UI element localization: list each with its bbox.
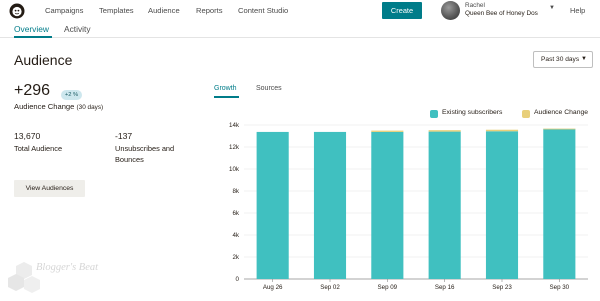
legend-label-existing: Existing subscribers xyxy=(442,109,503,116)
x-tick-label: Aug 26 xyxy=(263,284,283,291)
nav-audience[interactable]: Audience xyxy=(148,6,180,15)
bar-existing-subscribers xyxy=(543,128,576,279)
bar-audience-change xyxy=(371,130,404,132)
y-tick-label: 8k xyxy=(232,188,239,195)
x-tick-label: Sep 16 xyxy=(435,284,455,291)
audience-change-label: Audience Change (30 days) xyxy=(14,102,103,111)
help-link[interactable]: Help xyxy=(570,6,585,15)
create-button[interactable]: Create xyxy=(382,2,422,19)
chevron-down-icon: ▼ xyxy=(581,56,587,62)
bar-existing-subscribers xyxy=(371,131,404,279)
y-tick-label: 4k xyxy=(232,232,239,239)
active-tab-indicator xyxy=(14,36,52,38)
y-tick-label: 2k xyxy=(232,254,239,261)
legend-swatch-existing xyxy=(430,110,438,118)
bar-existing-subscribers xyxy=(428,131,461,279)
change-percent-badge: +2 % xyxy=(61,90,82,100)
growth-chart: 0 2k 4k 6k 8k 10k 12k 14k Aug 26 Sep 02 Sep 09 Sep … xyxy=(229,122,588,291)
bar-audience-change xyxy=(428,130,461,132)
avatar[interactable] xyxy=(441,1,460,20)
y-tick-label: 14k xyxy=(229,122,240,129)
y-tick-label: 12k xyxy=(229,144,240,151)
x-tick-label: Sep 23 xyxy=(492,284,512,291)
audience-change-text: Audience Change xyxy=(14,102,75,111)
view-audiences-button[interactable]: View Audiences xyxy=(14,180,85,197)
tab-growth[interactable]: Growth xyxy=(214,85,237,92)
page-title: Audience xyxy=(14,52,73,68)
y-tick-label: 10k xyxy=(229,166,240,173)
y-tick-label: 6k xyxy=(232,210,239,217)
y-tick-label: 0 xyxy=(236,276,240,283)
nav-content-studio[interactable]: Content Studio xyxy=(238,6,288,15)
chevron-down-icon[interactable]: ▼ xyxy=(549,5,555,11)
mailchimp-logo-icon[interactable] xyxy=(9,3,25,19)
unsubscribes-label: Unsubscribes and Bounces xyxy=(115,143,174,165)
subtabs: Overview Activity xyxy=(0,22,600,38)
watermark-text: Blogger's Beat xyxy=(36,262,99,273)
total-audience-value: 13,670 xyxy=(14,131,41,141)
tab-sources[interactable]: Sources xyxy=(256,85,282,92)
bar-existing-subscribers xyxy=(256,131,289,279)
x-tick-label: Sep 09 xyxy=(378,284,398,291)
legend-label-change: Audience Change xyxy=(534,109,589,116)
bar-audience-change xyxy=(485,129,519,132)
date-range-select[interactable]: Past 30 days ▼ xyxy=(533,51,593,68)
unsubscribes-label-line1: Unsubscribes and xyxy=(115,144,175,153)
account-org[interactable]: Queen Bee of Honey Dos xyxy=(465,10,538,17)
x-tick-label: Sep 30 xyxy=(550,284,570,291)
total-audience-label: Total Audience xyxy=(14,144,63,153)
audience-change-period: (30 days) xyxy=(76,104,104,111)
account-name[interactable]: Rachel xyxy=(465,2,485,9)
audience-change-value: +296 xyxy=(14,82,51,99)
date-range-value: Past 30 days xyxy=(541,56,580,63)
top-nav: Campaigns Templates Audience Reports Con… xyxy=(0,0,600,22)
unsubscribes-value: -137 xyxy=(115,131,133,141)
legend-swatch-change xyxy=(522,110,530,118)
bar-existing-subscribers xyxy=(485,131,519,279)
nav-templates[interactable]: Templates xyxy=(99,6,134,15)
tab-activity[interactable]: Activity xyxy=(64,24,91,34)
tab-overview[interactable]: Overview xyxy=(14,24,49,34)
active-chart-tab-indicator xyxy=(214,96,239,98)
bar-existing-subscribers xyxy=(313,131,347,279)
unsubscribes-label-line2: Bounces xyxy=(115,155,144,164)
nav-reports[interactable]: Reports xyxy=(196,6,223,15)
nav-campaigns[interactable]: Campaigns xyxy=(45,6,83,15)
bar-audience-change xyxy=(543,128,576,130)
x-tick-label: Sep 02 xyxy=(320,284,340,291)
